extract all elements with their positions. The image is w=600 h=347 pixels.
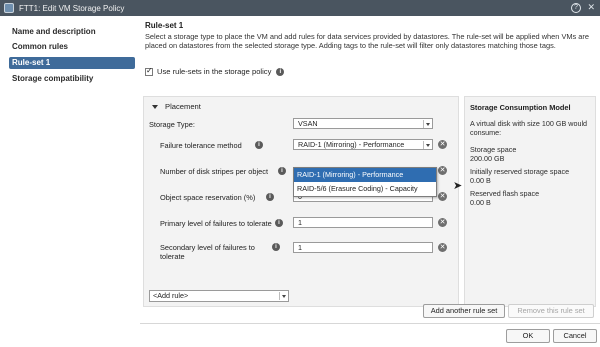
dropdown-option-raid56[interactable]: RAID-5/6 (Erasure Coding) - Capacity — [294, 182, 436, 196]
sidebar-item-storage-compatibility[interactable]: Storage compatibility — [9, 73, 135, 85]
secondary-failures-input[interactable]: 1 — [293, 242, 433, 253]
ok-button[interactable]: OK — [506, 329, 550, 343]
storage-space-value: 200.00 GB — [470, 154, 505, 163]
sidebar-item-rule-set-1[interactable]: Rule-set 1 — [9, 57, 135, 69]
info-icon[interactable]: i — [275, 219, 283, 227]
wizard-sidebar: Name and description Common rules Rule-s… — [0, 16, 140, 347]
remove-rule-icon[interactable]: ✕ — [438, 166, 447, 175]
primary-failures-label: Primary level of failures to tolerate — [160, 219, 272, 228]
help-icon[interactable]: ? — [571, 3, 581, 13]
placement-header[interactable]: Placement — [152, 102, 201, 111]
page-title: Rule-set 1 — [145, 21, 184, 30]
footer-divider — [140, 323, 600, 324]
reserved-flash-value: 0.00 B — [470, 198, 491, 207]
disk-stripes-label: Number of disk stripes per object — [160, 167, 269, 176]
remove-rule-icon[interactable]: ✕ — [438, 192, 447, 201]
sidebar-item-name-and-description[interactable]: Name and description — [9, 26, 135, 38]
failure-tolerance-value: RAID-1 (Mirroring) - Performance — [298, 140, 405, 149]
add-rule-set-button[interactable]: Add another rule set — [423, 304, 505, 318]
info-icon[interactable]: i — [272, 243, 280, 251]
failure-tolerance-dropdown: RAID-1 (Mirroring) - Performance RAID-5/… — [293, 167, 437, 197]
remove-rule-set-button[interactable]: Remove this rule set — [508, 304, 594, 318]
space-reservation-label: Object space reservation (%) — [160, 193, 256, 202]
secondary-failures-value: 1 — [298, 243, 302, 252]
remove-rule-icon[interactable]: ✕ — [438, 218, 447, 227]
placement-panel: Placement Storage Type: VSAN Failure tol… — [143, 96, 459, 307]
policy-app-icon — [4, 3, 14, 13]
consumption-intro: A virtual disk with size 100 GB would co… — [470, 119, 588, 137]
storage-type-select[interactable]: VSAN — [293, 118, 433, 129]
failure-tolerance-label: Failure tolerance method — [160, 141, 242, 150]
placement-title: Placement — [165, 102, 201, 111]
remove-rule-icon[interactable]: ✕ — [438, 243, 447, 252]
primary-failures-value: 1 — [298, 218, 302, 227]
collapse-triangle-icon — [152, 104, 158, 109]
storage-type-value: VSAN — [298, 119, 318, 128]
consumption-title: Storage Consumption Model — [470, 103, 571, 112]
storage-consumption-panel: Storage Consumption Model A virtual disk… — [464, 96, 596, 307]
remove-rule-icon[interactable]: ✕ — [438, 140, 447, 149]
secondary-failures-label: Secondary level of failures to tolerate — [160, 243, 255, 261]
cancel-button[interactable]: Cancel — [553, 329, 597, 343]
use-rulesets-label: Use rule-sets in the storage policy — [157, 67, 272, 76]
chevron-down-icon — [279, 292, 287, 300]
mouse-cursor-icon: ➤ — [453, 180, 463, 192]
reserved-storage-value: 0.00 B — [470, 176, 491, 185]
info-icon[interactable]: i — [276, 67, 285, 76]
chevron-down-icon — [423, 141, 431, 149]
reserved-flash-label: Reserved flash space — [470, 189, 540, 198]
window-titlebar: FTT1: Edit VM Storage Policy ? ✕ — [0, 0, 600, 16]
failure-tolerance-select[interactable]: RAID-1 (Mirroring) - Performance — [293, 139, 433, 150]
primary-failures-input[interactable]: 1 — [293, 217, 433, 228]
main-content: Rule-set 1 Select a storage type to plac… — [140, 16, 600, 347]
page-description: Select a storage type to place the VM an… — [145, 32, 589, 50]
dropdown-option-raid1[interactable]: RAID-1 (Mirroring) - Performance — [294, 168, 436, 182]
reserved-storage-label: Initially reserved storage space — [470, 167, 570, 176]
storage-type-label: Storage Type: — [149, 120, 195, 129]
add-rule-value: <Add rule> — [153, 291, 189, 300]
use-rulesets-row: Use rule-sets in the storage policy i — [145, 66, 285, 76]
chevron-down-icon — [423, 120, 431, 128]
sidebar-item-common-rules[interactable]: Common rules — [9, 41, 135, 53]
add-rule-select[interactable]: <Add rule> — [149, 290, 289, 302]
use-rulesets-checkbox[interactable] — [145, 66, 153, 76]
storage-space-label: Storage space — [470, 145, 517, 154]
close-icon[interactable]: ✕ — [587, 2, 595, 13]
info-icon[interactable]: i — [255, 141, 263, 149]
window-title: FTT1: Edit VM Storage Policy — [19, 3, 125, 13]
info-icon[interactable]: i — [278, 167, 286, 175]
info-icon[interactable]: i — [266, 193, 274, 201]
